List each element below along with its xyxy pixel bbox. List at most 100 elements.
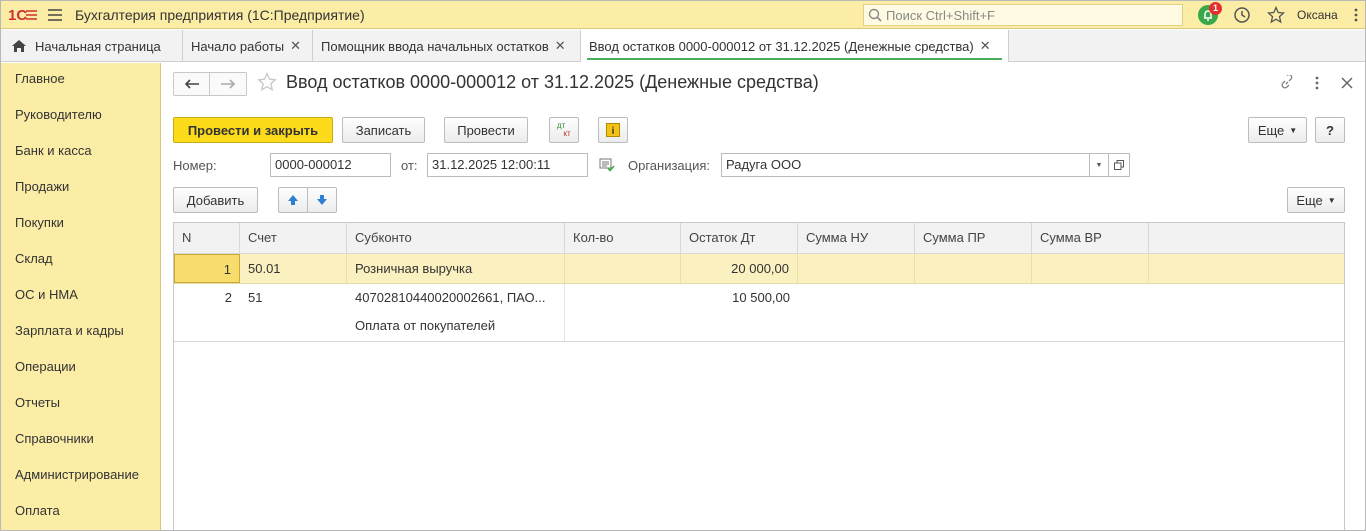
column-header-n[interactable]: N xyxy=(174,223,240,253)
table-more-button[interactable]: Еще ▼ xyxy=(1287,187,1345,213)
sidebar-item-manager[interactable]: Руководителю xyxy=(1,99,160,135)
history-icon[interactable] xyxy=(1225,1,1259,29)
organization-label: Организация: xyxy=(628,158,711,173)
sidebar-item-assets[interactable]: ОС и НМА xyxy=(1,279,160,315)
arrow-down-icon xyxy=(317,195,327,205)
sidebar-item-purchases[interactable]: Покупки xyxy=(1,207,160,243)
sidebar-item-catalogs[interactable]: Справочники xyxy=(1,423,160,459)
close-icon[interactable]: ✕ xyxy=(290,38,301,54)
favorites-icon[interactable] xyxy=(1259,1,1293,29)
cell-sum-nu[interactable] xyxy=(798,254,915,283)
svg-text:1С: 1С xyxy=(8,7,27,23)
post-and-close-button[interactable]: Провести и закрыть xyxy=(173,117,333,143)
table-row[interactable]: 2 51 40702810440020002661, ПАО... Оплата… xyxy=(174,284,1344,342)
close-icon[interactable]: ✕ xyxy=(555,38,566,54)
table-row[interactable]: 1 50.01 Розничная выручка 20 000,00 xyxy=(174,254,1344,284)
move-up-button[interactable] xyxy=(278,187,308,213)
sidebar-item-operations[interactable]: Операции xyxy=(1,351,160,387)
column-header-sum-nu[interactable]: Сумма НУ xyxy=(798,223,915,253)
tab-balance-entry[interactable]: Ввод остатков 0000-000012 от 31.12.2025 … xyxy=(581,30,1009,62)
sidebar-item-admin[interactable]: Администрирование xyxy=(1,459,160,495)
column-header-filler xyxy=(1149,223,1344,253)
more-label: Еще xyxy=(1257,122,1285,138)
cell-sum-nu[interactable] xyxy=(798,284,915,341)
organization-field[interactable]: Радуга ООО xyxy=(721,153,1091,177)
tab-label: Начальная страница xyxy=(35,38,161,54)
cell-qty[interactable] xyxy=(565,284,681,341)
cell-balance-dt[interactable]: 10 500,00 xyxy=(681,284,798,341)
sidebar-item-bank[interactable]: Банк и касса xyxy=(1,135,160,171)
tab-label: Помощник ввода начальных остатков xyxy=(321,38,549,54)
tab-label: Начало работы xyxy=(191,38,285,54)
save-button[interactable]: Записать xyxy=(342,117,425,143)
dt-kt-button[interactable]: дт кт xyxy=(549,117,579,143)
more-button[interactable]: Еще ▼ xyxy=(1248,117,1307,143)
cell-subconto[interactable]: Розничная выручка xyxy=(347,254,565,283)
cell-sum-vr[interactable] xyxy=(1032,254,1149,283)
sidebar-item-main[interactable]: Главное xyxy=(1,63,160,99)
tab-balances-assistant[interactable]: Помощник ввода начальных остатков ✕ xyxy=(313,30,581,62)
open-window-icon xyxy=(1114,160,1124,170)
cell-balance-dt[interactable]: 20 000,00 xyxy=(681,254,798,283)
date-field[interactable]: 31.12.2025 12:00:11 xyxy=(427,153,588,177)
move-down-button[interactable] xyxy=(307,187,337,213)
date-label: от: xyxy=(401,158,418,173)
sidebar-item-reports[interactable]: Отчеты xyxy=(1,387,160,423)
sidebar-item-sales[interactable]: Продажи xyxy=(1,171,160,207)
column-header-sum-pr[interactable]: Сумма ПР xyxy=(915,223,1032,253)
organization-open-button[interactable] xyxy=(1108,153,1130,177)
column-header-account[interactable]: Счет xyxy=(240,223,347,253)
document-form: Ввод остатков 0000-000012 от 31.12.2025 … xyxy=(161,63,1365,530)
close-icon[interactable] xyxy=(1339,73,1355,93)
table-header: N Счет Субконто Кол-во Остаток Дт Сумма … xyxy=(174,223,1344,254)
link-icon[interactable] xyxy=(1279,73,1295,93)
notifications-icon[interactable]: 1 xyxy=(1191,1,1225,29)
search-input[interactable]: Поиск Ctrl+Shift+F xyxy=(863,4,1183,26)
close-icon[interactable]: ✕ xyxy=(980,38,991,54)
menu-dots-icon[interactable] xyxy=(1346,1,1365,29)
notification-badge: 1 xyxy=(1209,2,1222,15)
cell-n[interactable]: 2 xyxy=(174,284,240,341)
column-header-qty[interactable]: Кол-во xyxy=(565,223,681,253)
cell-filler xyxy=(1149,254,1344,283)
main-menu-icon[interactable] xyxy=(41,1,69,29)
column-header-subconto[interactable]: Субконто xyxy=(347,223,565,253)
column-header-balance-dt[interactable]: Остаток Дт xyxy=(681,223,798,253)
forward-icon[interactable] xyxy=(210,73,246,95)
tab-label: Ввод остатков 0000-000012 от 31.12.2025 … xyxy=(589,38,974,54)
sidebar-item-warehouse[interactable]: Склад xyxy=(1,243,160,279)
cell-sum-pr[interactable] xyxy=(915,284,1032,341)
post-button[interactable]: Провести xyxy=(444,117,528,143)
number-field[interactable]: 0000-000012 xyxy=(270,153,391,177)
1c-logo-icon[interactable]: 1С xyxy=(5,1,41,29)
cell-account[interactable]: 51 xyxy=(240,284,347,341)
info-icon: i xyxy=(606,123,620,137)
add-row-button[interactable]: Добавить xyxy=(173,187,258,213)
search-placeholder: Поиск Ctrl+Shift+F xyxy=(886,7,995,23)
star-icon[interactable] xyxy=(257,72,277,95)
help-button[interactable]: ? xyxy=(1315,117,1345,143)
tab-start[interactable]: Начало работы ✕ xyxy=(183,30,313,62)
info-button[interactable]: i xyxy=(598,117,628,143)
balances-table: N Счет Субконто Кол-во Остаток Дт Сумма … xyxy=(173,222,1345,530)
sidebar: Главное Руководителю Банк и касса Продаж… xyxy=(1,63,161,530)
cell-n[interactable]: 1 xyxy=(174,254,240,283)
more-vertical-icon[interactable] xyxy=(1309,73,1325,93)
cell-qty[interactable] xyxy=(565,254,681,283)
sidebar-item-payroll[interactable]: Зарплата и кадры xyxy=(1,315,160,351)
cell-sum-vr[interactable] xyxy=(1032,284,1149,341)
column-header-sum-vr[interactable]: Сумма ВР xyxy=(1032,223,1149,253)
sidebar-item-payment[interactable]: Оплата xyxy=(1,495,160,530)
nav-buttons xyxy=(173,72,247,96)
cell-subconto[interactable]: 40702810440020002661, ПАО... Оплата от п… xyxy=(347,284,565,341)
chevron-down-icon: ▼ xyxy=(1289,125,1298,135)
tab-home[interactable]: Начальная страница xyxy=(1,30,183,62)
svg-text:i: i xyxy=(612,126,615,137)
user-name[interactable]: Оксана xyxy=(1297,8,1338,22)
back-icon[interactable] xyxy=(174,73,210,95)
organization-dropdown-button[interactable]: ▼ xyxy=(1089,153,1109,177)
more-label: Еще xyxy=(1296,192,1323,208)
cell-sum-pr[interactable] xyxy=(915,254,1032,283)
app-window: 1С Бухгалтерия предприятия (1С:Предприят… xyxy=(0,0,1366,531)
cell-account[interactable]: 50.01 xyxy=(240,254,347,283)
